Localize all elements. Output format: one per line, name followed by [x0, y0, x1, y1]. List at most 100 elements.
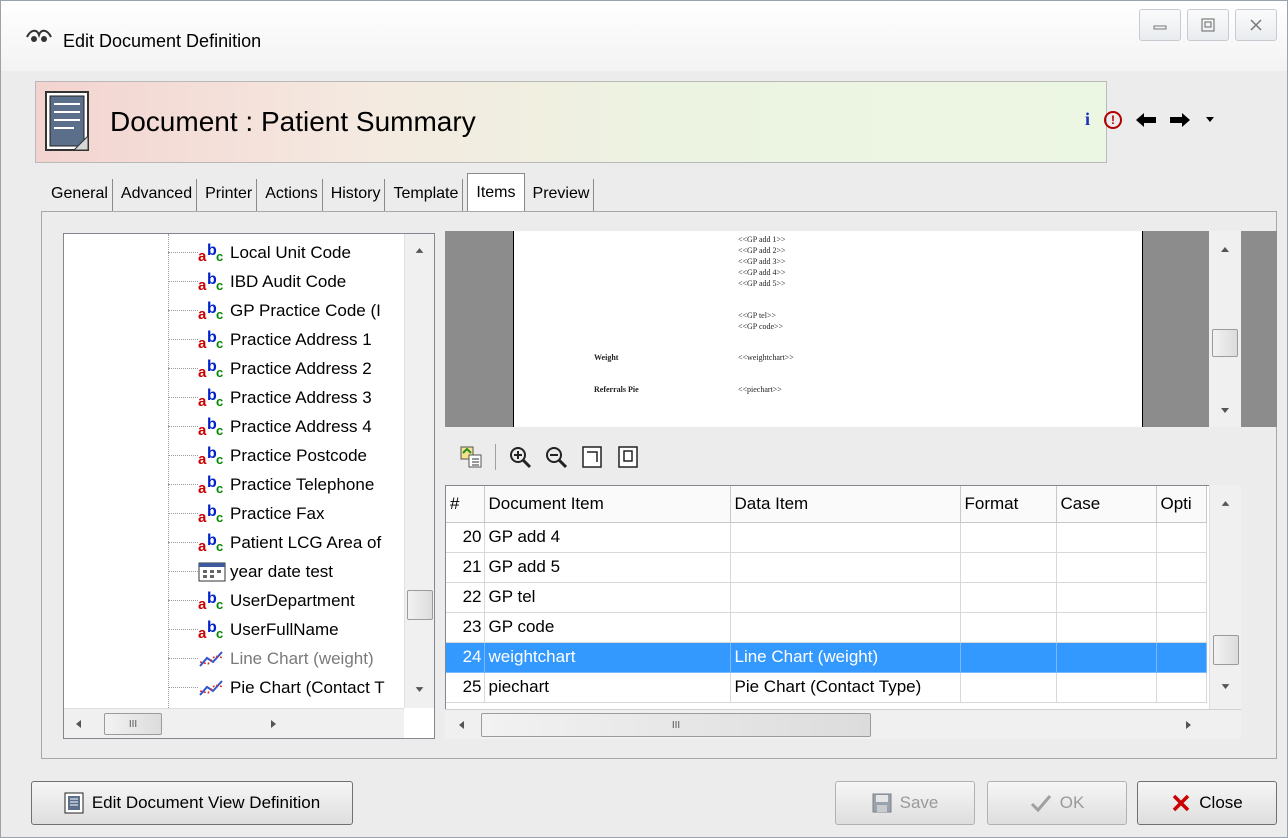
- tree-item[interactable]: a b c Practice Fax: [168, 499, 324, 528]
- tree-item[interactable]: a b c Practice Address 3: [168, 383, 372, 412]
- case-cell[interactable]: [1056, 552, 1157, 583]
- column-header-data-item[interactable]: Data Item: [730, 486, 961, 523]
- tree-item[interactable]: a b c Practice Postcode: [168, 441, 367, 470]
- table-row[interactable]: 23 GP code: [446, 612, 1207, 643]
- document-item-cell[interactable]: GP tel: [484, 582, 731, 613]
- grid-vertical-scrollbar[interactable]: [1209, 485, 1241, 739]
- data-item-cell[interactable]: [730, 612, 961, 643]
- scroll-up-icon[interactable]: [1210, 499, 1241, 507]
- column-header-options[interactable]: Opti: [1156, 486, 1207, 523]
- scroll-left-icon[interactable]: [74, 719, 82, 729]
- case-cell[interactable]: [1056, 672, 1157, 703]
- tree-item[interactable]: a b c UserFullName: [168, 615, 339, 644]
- format-cell[interactable]: [960, 642, 1057, 673]
- insert-field-button[interactable]: [457, 443, 485, 471]
- scroll-down-icon[interactable]: [1210, 683, 1241, 691]
- case-cell[interactable]: [1056, 642, 1157, 673]
- document-item-cell[interactable]: GP add 5: [484, 552, 731, 583]
- options-cell[interactable]: [1156, 552, 1207, 583]
- tab-printer[interactable]: Printer: [201, 179, 258, 211]
- scroll-left-icon[interactable]: [457, 720, 465, 730]
- format-cell[interactable]: [960, 582, 1057, 613]
- document-items-grid[interactable]: # Document Item Data Item Format Case Op…: [445, 485, 1241, 739]
- zoom-out-button[interactable]: [542, 443, 570, 471]
- options-cell[interactable]: [1156, 642, 1207, 673]
- tab-actions[interactable]: Actions: [261, 179, 323, 211]
- tab-preview[interactable]: Preview: [529, 179, 595, 211]
- column-header-number[interactable]: #: [446, 486, 485, 523]
- tree-item[interactable]: a b c Local Unit Code: [168, 238, 351, 267]
- data-item-cell[interactable]: [730, 582, 961, 613]
- dropdown-arrow-icon[interactable]: [1204, 116, 1216, 124]
- case-cell[interactable]: [1056, 582, 1157, 613]
- grid-horizontal-scrollbar[interactable]: III: [445, 709, 1241, 739]
- minimize-button[interactable]: [1139, 9, 1181, 41]
- scroll-down-icon[interactable]: [405, 686, 434, 694]
- tab-general[interactable]: General: [47, 179, 113, 211]
- warning-icon[interactable]: !: [1104, 110, 1123, 129]
- preview-weight-field[interactable]: <<weightchart>>: [738, 353, 794, 362]
- back-arrow-icon[interactable]: [1136, 112, 1157, 127]
- preview-scroll-thumb[interactable]: [1212, 329, 1238, 357]
- data-item-cell[interactable]: Line Chart (weight): [730, 642, 961, 673]
- data-item-cell[interactable]: [730, 552, 961, 583]
- format-cell[interactable]: [960, 672, 1057, 703]
- tree-item[interactable]: year date test: [168, 557, 333, 586]
- scroll-up-icon[interactable]: [1209, 245, 1241, 253]
- tree-scroll-thumb[interactable]: [407, 590, 433, 620]
- table-row-selected[interactable]: 24 weightchart Line Chart (weight): [446, 642, 1207, 673]
- tree-item[interactable]: a b c GP Practice Code (I: [168, 296, 381, 325]
- options-cell[interactable]: [1156, 582, 1207, 613]
- column-header-document-item[interactable]: Document Item: [484, 486, 731, 523]
- tree-hscroll-thumb[interactable]: III: [104, 713, 162, 735]
- format-cell[interactable]: [960, 522, 1057, 553]
- table-row[interactable]: 20 GP add 4: [446, 522, 1207, 553]
- column-header-format[interactable]: Format: [960, 486, 1057, 523]
- zoom-in-button[interactable]: [506, 443, 534, 471]
- document-item-cell[interactable]: GP add 4: [484, 522, 731, 553]
- preview-vertical-scrollbar[interactable]: [1209, 231, 1241, 427]
- document-item-cell[interactable]: piechart: [484, 672, 731, 703]
- tree-item[interactable]: a b c Practice Address 1: [168, 325, 372, 354]
- edit-document-view-button[interactable]: Edit Document View Definition: [31, 781, 353, 825]
- tree-item[interactable]: a b c Practice Address 2: [168, 354, 372, 383]
- scroll-down-icon[interactable]: [1209, 407, 1241, 415]
- tree-horizontal-scrollbar[interactable]: III: [64, 708, 404, 738]
- tree-item[interactable]: a b c Practice Telephone: [168, 470, 374, 499]
- tab-advanced[interactable]: Advanced: [117, 179, 198, 211]
- whole-page-button[interactable]: [614, 443, 642, 471]
- forward-arrow-icon[interactable]: [1170, 112, 1191, 127]
- options-cell[interactable]: [1156, 612, 1207, 643]
- options-cell[interactable]: [1156, 672, 1207, 703]
- case-cell[interactable]: [1056, 612, 1157, 643]
- format-cell[interactable]: [960, 612, 1057, 643]
- maximize-button[interactable]: [1187, 9, 1229, 41]
- scroll-right-icon[interactable]: [270, 719, 278, 729]
- document-item-cell[interactable]: weightchart: [484, 642, 731, 673]
- case-cell[interactable]: [1056, 522, 1157, 553]
- table-row[interactable]: 25 piechart Pie Chart (Contact Type): [446, 672, 1207, 703]
- save-button[interactable]: Save: [835, 781, 975, 825]
- tree-item[interactable]: a b c Patient LCG Area of: [168, 528, 381, 557]
- tab-items[interactable]: Items: [467, 173, 525, 213]
- tree-item[interactable]: Line Chart (weight): [168, 644, 374, 673]
- table-row[interactable]: 21 GP add 5: [446, 552, 1207, 583]
- data-item-cell[interactable]: [730, 522, 961, 553]
- grid-hscroll-thumb[interactable]: III: [481, 713, 871, 737]
- data-item-tree[interactable]: a b c Local Unit Code a b c IBD Audit Code abc…: [63, 233, 435, 739]
- tab-history[interactable]: History: [327, 179, 386, 211]
- document-preview[interactable]: <<GP add 1>> <<GP add 2>> <<GP add 3>> <…: [445, 231, 1277, 427]
- close-window-button[interactable]: [1235, 9, 1277, 41]
- data-item-cell[interactable]: Pie Chart (Contact Type): [730, 672, 961, 703]
- page-width-button[interactable]: [578, 443, 606, 471]
- column-header-case[interactable]: Case: [1056, 486, 1157, 523]
- tab-template[interactable]: Template: [389, 179, 464, 211]
- scroll-up-icon[interactable]: [405, 246, 434, 254]
- info-icon[interactable]: i: [1085, 109, 1090, 130]
- ok-button[interactable]: OK: [987, 781, 1127, 825]
- tree-item[interactable]: a b c Practice Address 4: [168, 412, 372, 441]
- close-button[interactable]: Close: [1137, 781, 1277, 825]
- format-cell[interactable]: [960, 552, 1057, 583]
- tree-item[interactable]: a b c UserDepartment: [168, 586, 355, 615]
- preview-field[interactable]: <<piechart>>: [738, 385, 782, 394]
